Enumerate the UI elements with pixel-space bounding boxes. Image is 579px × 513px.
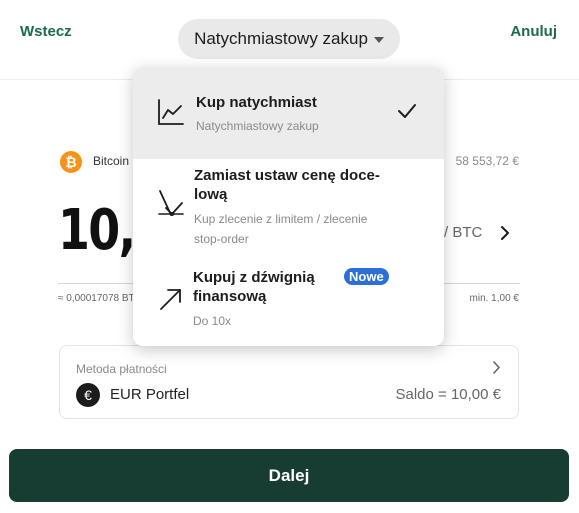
cancel-button[interactable]: Anuluj — [510, 23, 557, 40]
menu-item-buy-now[interactable]: Kup natychmiast Natychmiastowy zakup — [133, 67, 444, 159]
caret-down-icon — [373, 37, 384, 43]
line-chart-icon — [158, 99, 184, 125]
payment-method-label: Metoda płatności — [76, 362, 167, 376]
menu-item-title: Kup natychmiast — [196, 94, 317, 111]
wallet-balance: Saldo = 10,00 € — [395, 386, 501, 403]
menu-item-subtitle: Kup zlecenie z limitem / zlecenie stop-o… — [194, 212, 368, 246]
continue-button[interactable]: Dalej — [9, 449, 569, 502]
back-button[interactable]: Wstecz — [20, 23, 72, 40]
currency-toggle[interactable]: / BTC — [444, 224, 482, 241]
btc-equivalent: ≈ 0,00017078 BTC — [58, 293, 142, 304]
menu-item-leverage[interactable]: Kupuj z dźwignią finansową Nowe Do 10x — [133, 255, 444, 346]
checkmark-icon — [398, 104, 416, 118]
target-price-icon — [158, 190, 184, 216]
euro-icon: € — [76, 383, 100, 407]
menu-item-subtitle: Do 10x — [193, 314, 232, 328]
wallet-name: EUR Portfel — [110, 386, 190, 403]
order-type-label: Natychmiastowy zakup — [194, 29, 368, 48]
leverage-arrow-icon — [160, 289, 181, 310]
minimum-amount: min. 1,00 € — [469, 293, 519, 304]
asset-name: Bitcoin — [93, 154, 130, 168]
menu-item-limit-order[interactable]: Zamiast ustaw cenę doce- lową Kup zlecen… — [133, 159, 444, 255]
order-type-menu: Kup natychmiast Natychmiastowy zakup Zam… — [133, 67, 444, 346]
menu-item-title: Zamiast ustaw cenę doce- lową — [194, 167, 380, 203]
chevron-right-icon[interactable] — [500, 224, 510, 242]
menu-item-title: Kupuj z dźwignią finansową — [193, 269, 315, 305]
order-type-selector[interactable]: Natychmiastowy zakup — [178, 19, 400, 59]
new-badge: Nowe — [344, 268, 389, 285]
chevron-right-icon — [493, 361, 500, 374]
asset-price: 58 553,72 € — [455, 154, 519, 168]
payment-method-card[interactable]: Metoda płatności € EUR Portfel Saldo = 1… — [59, 345, 519, 419]
menu-item-subtitle: Natychmiastowy zakup — [196, 119, 319, 133]
bitcoin-icon: ₿ — [60, 151, 82, 173]
